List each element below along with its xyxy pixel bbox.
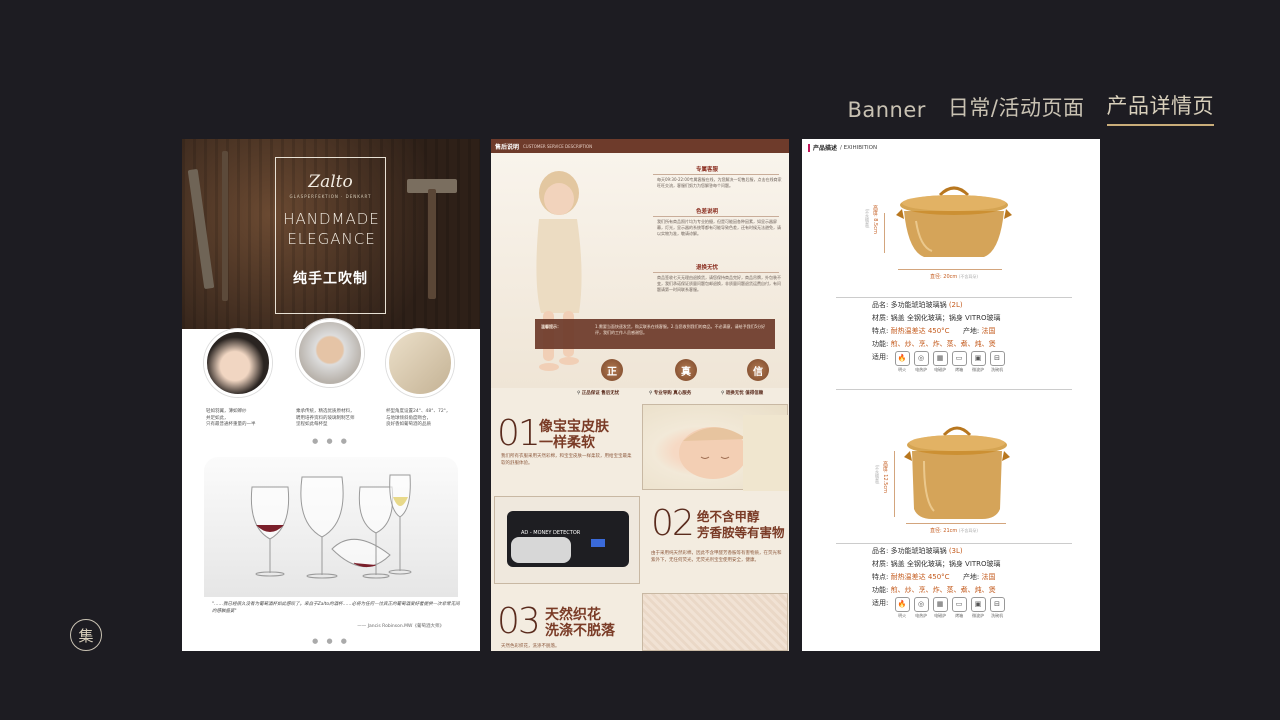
- panel-zalto-glass: Zalto GLASPERFEKTION · DENKART HANDMADE …: [182, 139, 480, 651]
- wine-glasses-illustration: [250, 474, 412, 579]
- amber-pot-2l-illustration: [896, 186, 1012, 257]
- sec-text-return: 商品签收七天无理由退换货，请您保持商品完好，商品吊牌，外包装不变，我们承诺保证质…: [657, 275, 781, 292]
- panel-glass-pot: 产品描述 / EXIHIBITION 高度: 8.5cm (不含锅盖) 直径: …: [802, 139, 1100, 651]
- feature-photo-hand: [204, 329, 272, 397]
- dishwasher-icon: ⊟: [989, 351, 1005, 366]
- pot1-height: 高度: 8.5cm: [872, 205, 878, 234]
- headline-cn: 纯手工吹制: [293, 271, 368, 287]
- electric-stove-icon: ◎: [913, 351, 929, 366]
- microwave-icon: ▣: [970, 597, 986, 612]
- caption-3: 杯型角度设置24°、48°、72°， 与地球倾斜角度吻合， 良好香如葡萄酒的品质: [386, 409, 451, 427]
- feature-title-02: 绝不含甲醇 芳香胺等有害物: [697, 509, 785, 540]
- brand-subtitle: GLASPERFEKTION · DENKART: [289, 194, 372, 199]
- sec-title-return: 退换无忧: [696, 265, 719, 271]
- induction-cooker-icon: ▦: [932, 351, 948, 366]
- title-frame: Zalto GLASPERFEKTION · DENKART HANDMADE …: [275, 157, 386, 314]
- seal-trust-icon: 信: [747, 359, 769, 381]
- glassware-photo: [204, 457, 458, 597]
- pot2-diameter: 直径: 21cm (不含耳朵): [930, 528, 978, 534]
- feature-title-01: 像宝宝皮肤 一样柔软: [539, 419, 609, 451]
- electric-stove-icon: ◎: [913, 597, 929, 612]
- nav-daily-activity[interactable]: 日常/活动页面: [948, 92, 1085, 126]
- open-fire-icon: 🔥: [894, 597, 910, 612]
- slogan-1: ⚲ 正品保证 售后无忧: [577, 391, 620, 396]
- amber-pot-3l-illustration: [904, 426, 1010, 519]
- dishwasher-icon: ⊟: [989, 597, 1005, 612]
- feature-circles: [182, 317, 480, 397]
- pager-dots-bottom[interactable]: ● ● ●: [182, 637, 480, 645]
- pot2-height-note: (不含锅盖): [875, 465, 880, 485]
- sec-title-color: 色差说明: [696, 209, 719, 215]
- headline-2: ELEGANCE: [287, 230, 376, 248]
- pot1-diameter: 直径: 20cm (不含耳朵): [930, 274, 978, 280]
- collection-badge[interactable]: 集: [70, 619, 102, 651]
- feature-photo-craftsman: [296, 319, 364, 387]
- open-fire-icon: 🔥: [894, 351, 910, 366]
- tool-blowpipe: [222, 151, 228, 301]
- section-header: 售后说明 CUSTOMER SERVICE DESCRIPTION: [491, 139, 789, 153]
- nav-product-detail[interactable]: 产品详情页: [1106, 90, 1214, 126]
- baby-model-photo: [536, 171, 582, 371]
- induction-cooker-icon: ▦: [932, 597, 948, 612]
- section-header: 产品描述 / EXIHIBITION: [808, 143, 877, 152]
- panel-baby-clothing: 售后说明 CUSTOMER SERVICE DESCRIPTION 专属客服 每…: [491, 139, 789, 651]
- header-title: 售后说明: [495, 143, 520, 151]
- feature-num-03: 03: [497, 601, 541, 642]
- seal-true-icon: 真: [675, 359, 697, 381]
- seal-genuine-icon: 正: [601, 359, 623, 381]
- sec-text-service: 每天09:30-22:00专属客服在线，为您解决一切售后服，点击在线商家旺旺交流…: [657, 177, 782, 188]
- header-subtitle: CUSTOMER SERVICE DESCRIPTION: [523, 143, 593, 149]
- oven-icon: ▭: [951, 597, 967, 612]
- slogan-3: ⚲ 退换无忧 值得信赖: [721, 391, 764, 396]
- feature-text-03: 天然色彩织花，洗涤不脱落。: [501, 644, 560, 649]
- microwave-icon: ▣: [970, 351, 986, 366]
- pot1-specs: 品名: 多功能琥珀玻璃锅 (2L) 材质: 锅盖 全钢化玻璃；锅身 VITRO玻…: [872, 301, 1005, 373]
- pot1-height-note: (不含锅盖): [865, 209, 870, 229]
- caption-1: 轻如羽翼，薄如蝉纱 并足如此， 只有最普通杯重量的一半: [206, 409, 256, 427]
- after-sales-section: 专属客服 每天09:30-22:00专属客服在线，为您解决一切售后服，点击在线商…: [491, 153, 789, 396]
- pot2-specs: 品名: 多功能琥珀玻璃锅 (3L) 材质: 锅盖 全钢化玻璃；锅身 VITRO玻…: [872, 547, 1005, 619]
- feature-text-02: 由于采用纯天然彩棉，因此不含甲醛芳香胺等有害物质，在荧光和紫外下，无任何荧光，无…: [651, 551, 782, 563]
- detector-label: AD - MONEY DETECTOR: [521, 530, 581, 536]
- money-detector-photo: AD - MONEY DETECTOR: [494, 496, 640, 584]
- caption-2: 乘承传统，精选优质原材料， 聘用培养资料的玻璃制制艺师 坚程如此每杯型: [296, 409, 355, 427]
- header-title: 产品描述: [813, 145, 838, 152]
- feature-num-01: 01: [497, 413, 541, 454]
- slogan-2: ⚲ 专业导购 真心服务: [649, 391, 692, 396]
- testimonial-author: —— Jancis Robinson.MW《葡萄酒大师》: [357, 624, 444, 629]
- fabric-texture-photo: [642, 593, 788, 651]
- usage-icons: 🔥 明火 ◎ 电热炉 ▦ 电磁炉 ▭ 烤箱 ▣ 微波炉 ⊟ 洗碗机: [894, 597, 1005, 619]
- tip-text: 1.需要当面快速发货，购买联系在线客服。2.当您收到我们的商品，不必满意，请给予…: [595, 324, 766, 335]
- hero-banner: Zalto GLASPERFEKTION · DENKART HANDMADE …: [182, 139, 480, 329]
- tip-label: 温馨提示：: [541, 324, 561, 329]
- sec-text-color: 我们所有商品照片均为专业拍摄，但是可能因各种因素，如显示器屏幕，灯光，显示器的系…: [657, 219, 781, 236]
- feature-title-03: 天然织花 洗涤不脱落: [545, 607, 615, 639]
- sleeping-baby-photo: [642, 404, 789, 491]
- pot2-height: 高度: 12.5cm: [882, 461, 888, 494]
- header-subtitle: / EXIHIBITION: [840, 144, 878, 151]
- sec-title-service: 专属客服: [696, 167, 719, 173]
- nav-banner[interactable]: Banner: [847, 98, 925, 126]
- tip-box: 温馨提示： 1.需要当面快速发货，购买联系在线客服。2.当您收到我们的商品，不必…: [535, 319, 775, 349]
- tool-handle: [428, 189, 436, 299]
- brand-logo: Zalto: [308, 172, 353, 192]
- testimonial-quote: "……我已经很久没有为葡萄酒杯如此感叹了。来自于Zalto的酒杯……必将为任何一…: [212, 602, 460, 614]
- oven-icon: ▭: [951, 351, 967, 366]
- feature-photo-drawing: [386, 329, 454, 397]
- feature-num-02: 02: [651, 503, 695, 544]
- headline-1: HANDMADE: [283, 210, 380, 228]
- feature-text-01: 我们所有衣服采用天然彩棉，和宝宝皮肤一样柔软，用给宝宝最柔软的舒服体验。: [501, 454, 632, 466]
- top-nav: Banner 日常/活动页面 产品详情页: [847, 90, 1214, 126]
- usage-icons: 🔥 明火 ◎ 电热炉 ▦ 电磁炉 ▭ 烤箱 ▣ 微波炉 ⊟ 洗碗机: [894, 351, 1005, 373]
- pager-dots[interactable]: ● ● ●: [182, 437, 480, 445]
